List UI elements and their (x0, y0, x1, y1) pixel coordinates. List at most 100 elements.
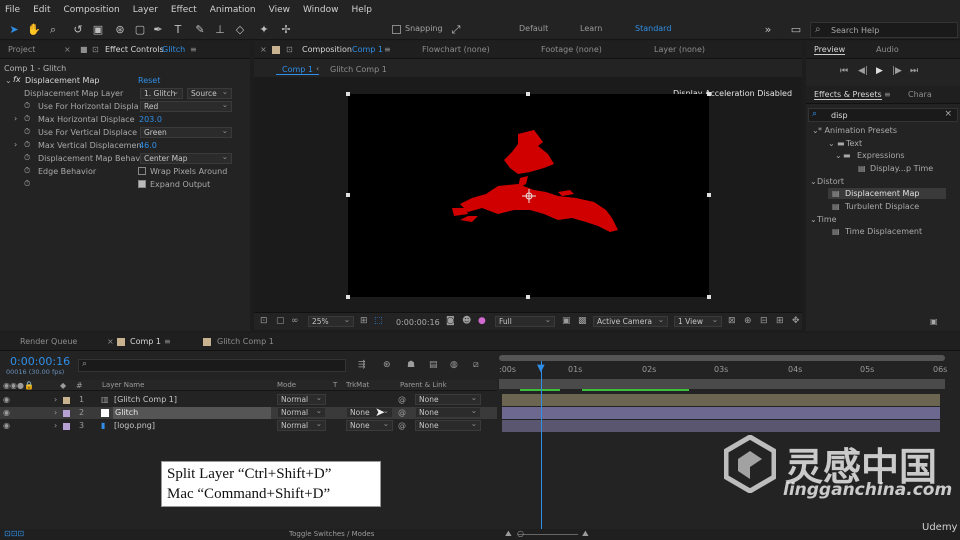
lock-panel-icon[interactable]: ⊡ (92, 45, 99, 54)
menu-window[interactable]: Window (303, 5, 339, 15)
transform-handle[interactable] (707, 295, 711, 299)
workspace-standard[interactable]: Standard (635, 24, 671, 33)
comp-mini-flowchart-icon[interactable]: ⇶ (358, 360, 366, 370)
fx-icon[interactable]: fx (13, 75, 21, 84)
rectangle-tool-icon[interactable]: ▢ (132, 22, 148, 38)
glasses-icon[interactable]: ∞ (291, 316, 299, 326)
pick-whip-icon[interactable]: @ (398, 408, 406, 417)
show-snapshot-icon[interactable]: ☻ (462, 316, 471, 326)
view-layout-dropdown[interactable]: 1 View (674, 316, 722, 327)
camera-tool-icon[interactable]: ▣ (90, 22, 106, 38)
panel-menu-icon[interactable]: ≡ (884, 90, 891, 99)
lock-panel-icon[interactable]: ⊡ (286, 45, 293, 54)
visibility-eye-icon[interactable]: ◉ (3, 408, 10, 417)
pick-whip-icon[interactable]: @ (398, 395, 406, 404)
tab-preview[interactable]: Preview (814, 45, 846, 55)
tree-item[interactable]: Time (817, 215, 837, 224)
transform-handle[interactable] (707, 92, 711, 96)
tree-expand-icon[interactable]: ⌄ (810, 215, 817, 224)
workspace-learn[interactable]: Learn (580, 24, 602, 33)
vertical-channel-dropdown[interactable]: Green (140, 127, 232, 138)
next-frame-icon[interactable]: |▶ (892, 66, 902, 76)
panel-menu-icon[interactable]: ≡ (190, 45, 197, 54)
layer-expand-icon[interactable]: › (54, 408, 57, 417)
frame-blending-icon[interactable]: ▤ (429, 360, 438, 370)
wrap-pixels-checkbox[interactable] (138, 167, 146, 175)
panel-menu-icon[interactable]: ≡ (164, 337, 171, 346)
tab-composition[interactable]: Composition (302, 45, 352, 54)
max-horizontal-value[interactable]: 203.0 (139, 115, 162, 124)
tree-item[interactable]: Display...p Time (870, 164, 933, 173)
layer-name[interactable]: [Glitch Comp 1] (114, 395, 177, 404)
menu-help[interactable]: Help (351, 5, 372, 15)
comp-canvas[interactable] (348, 94, 709, 297)
layer-row-selected[interactable]: ◉ › 2 Glitch Normal None @ None (0, 407, 497, 419)
region-of-interest-icon[interactable]: ⬚ (374, 316, 383, 326)
tab-glitch-comp-timeline[interactable]: Glitch Comp 1 (217, 337, 274, 346)
tree-item[interactable]: Text (846, 139, 862, 148)
motion-blur-icon[interactable]: ◍ (450, 360, 458, 370)
stopwatch-icon[interactable]: ⏱ (24, 101, 30, 111)
first-frame-icon[interactable]: ⏮ (840, 66, 848, 76)
snapshot-camera-icon[interactable]: ◙ (446, 316, 455, 326)
toggle-pixel-icon[interactable]: ⊠ (728, 316, 736, 326)
exposure-icon[interactable]: ✥ (792, 316, 800, 326)
displacement-layer-dropdown[interactable]: 1. Glitch (140, 88, 183, 99)
tab-comp-name[interactable]: Comp 1 (352, 45, 383, 54)
color-channel-icon[interactable]: ● (478, 316, 486, 326)
tree-expand-icon[interactable]: ⌄ (835, 151, 842, 160)
timeline-search-field[interactable]: ⌕ (78, 359, 346, 372)
layer-name-field[interactable]: Glitch (113, 407, 271, 419)
close-tab-icon[interactable]: × (260, 45, 267, 54)
zoom-slider-thumb-icon[interactable]: ○ (517, 529, 524, 538)
tab-flowchart[interactable]: Flowchart (none) (422, 45, 490, 54)
pen-tool-icon[interactable]: ✒ (150, 22, 166, 38)
tab-project[interactable]: Project (8, 45, 35, 54)
pick-whip-icon[interactable]: @ (398, 421, 406, 430)
expand-switches-icon[interactable]: ⊡⊡⊡ (4, 529, 24, 538)
subtab-glitch-comp[interactable]: Glitch Comp 1 (330, 65, 387, 74)
draft-3d-icon[interactable]: ⊛ (383, 360, 391, 370)
eraser-tool-icon[interactable]: ◇ (232, 22, 248, 38)
tree-item[interactable]: * Animation Presets (818, 126, 897, 135)
expand-chevron-icon[interactable]: › (14, 114, 17, 123)
visibility-eye-icon[interactable]: ◉ (3, 395, 10, 404)
new-bin-icon[interactable]: ▣ (930, 317, 938, 326)
transform-handle[interactable] (526, 92, 530, 96)
layer-row[interactable]: ◉ › 1 ▥ [Glitch Comp 1] Normal @ None (0, 394, 497, 406)
layer-label-color[interactable] (63, 410, 70, 417)
comp-current-time[interactable]: 0:00:00:16 (396, 318, 440, 327)
zoom-tool-icon[interactable]: ⌕ (45, 22, 61, 38)
tree-item-selected[interactable]: Displacement Map (845, 189, 919, 198)
menu-composition[interactable]: Composition (64, 5, 120, 15)
close-tab-icon[interactable]: × (107, 337, 114, 346)
tree-expand-icon[interactable]: ⌄ (828, 139, 835, 148)
vr-icon[interactable]: ▭ (788, 22, 804, 38)
displacement-source-dropdown[interactable]: Source (187, 88, 232, 99)
tab-effects-presets[interactable]: Effects & Presets (814, 90, 882, 100)
effect-expand-chevron-icon[interactable]: ⌄ (5, 76, 12, 85)
zoom-out-icon[interactable]: ⛰ (505, 529, 512, 539)
camera-view-dropdown[interactable]: Active Camera (593, 316, 668, 327)
menu-layer[interactable]: Layer (133, 5, 158, 15)
clear-search-icon[interactable]: × (944, 109, 952, 119)
tab-footage[interactable]: Footage (none) (541, 45, 602, 54)
layer-mode-dropdown[interactable]: Normal (277, 394, 326, 405)
stopwatch-icon[interactable]: ⏱ (24, 179, 30, 189)
search-help-field[interactable]: ⌕ Search Help (810, 22, 958, 38)
resolution-dropdown[interactable]: Full (495, 316, 555, 327)
snapping-options-icon[interactable]: ⤢ (448, 22, 464, 38)
mask-visibility-icon[interactable]: ▢ (276, 316, 285, 326)
tree-item[interactable]: Distort (817, 177, 844, 186)
tree-item[interactable]: Expressions (857, 151, 905, 160)
brush-tool-icon[interactable]: ✎ (192, 22, 208, 38)
tab-comp1-timeline[interactable]: Comp 1 (130, 337, 161, 346)
pan-behind-tool-icon[interactable]: ⊛ (112, 22, 128, 38)
layer-mode-dropdown[interactable]: Normal (277, 407, 326, 418)
transform-handle[interactable] (346, 92, 350, 96)
column-trkmat[interactable]: TrkMat (346, 381, 369, 389)
layer-expand-icon[interactable]: › (54, 421, 57, 430)
transparency-grid-icon[interactable]: ▩ (578, 316, 587, 326)
selection-tool-icon[interactable]: ➤ (6, 22, 22, 38)
horizontal-channel-dropdown[interactable]: Red (140, 101, 232, 112)
